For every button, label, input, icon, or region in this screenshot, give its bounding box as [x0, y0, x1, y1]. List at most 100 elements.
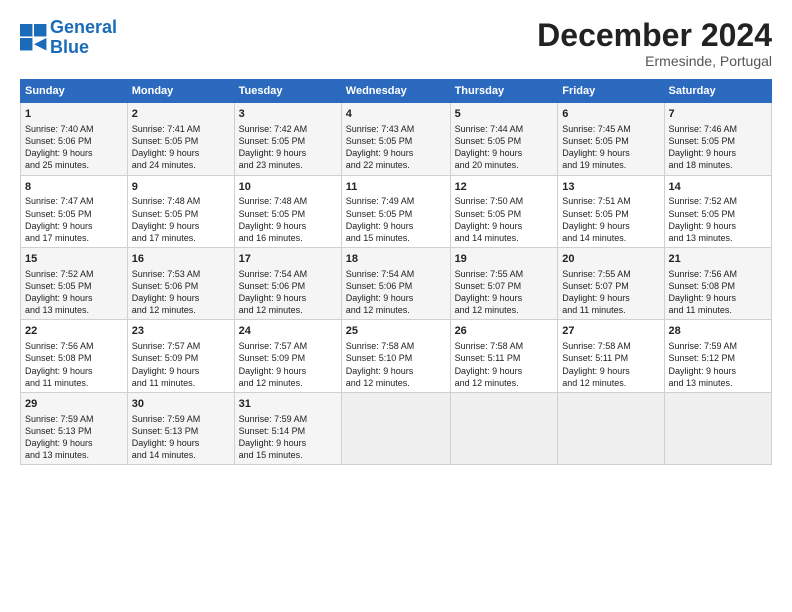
cell-info-line: Daylight: 9 hours — [669, 220, 767, 232]
calendar-cell: 23Sunrise: 7:57 AMSunset: 5:09 PMDayligh… — [127, 320, 234, 392]
calendar-cell: 17Sunrise: 7:54 AMSunset: 5:06 PMDayligh… — [234, 248, 341, 320]
day-number: 3 — [239, 107, 337, 122]
weekday-saturday: Saturday — [664, 80, 771, 103]
cell-info-line: Daylight: 9 hours — [455, 292, 554, 304]
day-number: 18 — [346, 252, 446, 267]
cell-info-line: Sunset: 5:13 PM — [132, 425, 230, 437]
day-number: 21 — [669, 252, 767, 267]
cell-info-line: Sunset: 5:05 PM — [346, 135, 446, 147]
cell-info-line: Daylight: 9 hours — [239, 292, 337, 304]
calendar-cell: 10Sunrise: 7:48 AMSunset: 5:05 PMDayligh… — [234, 175, 341, 247]
cell-info-line: Sunrise: 7:58 AM — [562, 340, 659, 352]
calendar-cell: 8Sunrise: 7:47 AMSunset: 5:05 PMDaylight… — [21, 175, 128, 247]
calendar-cell: 13Sunrise: 7:51 AMSunset: 5:05 PMDayligh… — [558, 175, 664, 247]
cell-info-line: Sunrise: 7:59 AM — [669, 340, 767, 352]
cell-info-line: Daylight: 9 hours — [239, 437, 337, 449]
calendar-cell: 3Sunrise: 7:42 AMSunset: 5:05 PMDaylight… — [234, 103, 341, 175]
calendar-cell: 28Sunrise: 7:59 AMSunset: 5:12 PMDayligh… — [664, 320, 771, 392]
cell-info-line: Daylight: 9 hours — [346, 220, 446, 232]
calendar-cell: 19Sunrise: 7:55 AMSunset: 5:07 PMDayligh… — [450, 248, 558, 320]
calendar-cell: 11Sunrise: 7:49 AMSunset: 5:05 PMDayligh… — [341, 175, 450, 247]
month-title: December 2024 — [537, 18, 772, 53]
cell-info-line: Sunrise: 7:53 AM — [132, 268, 230, 280]
subtitle: Ermesinde, Portugal — [537, 53, 772, 69]
day-number: 7 — [669, 107, 767, 122]
day-number: 11 — [346, 180, 446, 195]
calendar-cell: 1Sunrise: 7:40 AMSunset: 5:06 PMDaylight… — [21, 103, 128, 175]
cell-info-line: Sunset: 5:05 PM — [239, 208, 337, 220]
cell-info-line: Daylight: 9 hours — [25, 365, 123, 377]
calendar-cell: 24Sunrise: 7:57 AMSunset: 5:09 PMDayligh… — [234, 320, 341, 392]
cell-info-line: Daylight: 9 hours — [669, 365, 767, 377]
cell-info-line: and 12 minutes. — [239, 377, 337, 389]
cell-info-line: Daylight: 9 hours — [455, 220, 554, 232]
cell-info-line: Sunset: 5:06 PM — [132, 280, 230, 292]
cell-info-line: Sunset: 5:05 PM — [25, 208, 123, 220]
cell-info-line: Sunrise: 7:48 AM — [239, 195, 337, 207]
cell-info-line: Sunset: 5:05 PM — [25, 280, 123, 292]
logo-text: General Blue — [50, 18, 117, 58]
day-number: 5 — [455, 107, 554, 122]
cell-info-line: Sunrise: 7:42 AM — [239, 123, 337, 135]
weekday-friday: Friday — [558, 80, 664, 103]
day-number: 27 — [562, 324, 659, 339]
cell-info-line: Daylight: 9 hours — [346, 292, 446, 304]
cell-info-line: and 13 minutes. — [669, 232, 767, 244]
day-number: 6 — [562, 107, 659, 122]
weekday-monday: Monday — [127, 80, 234, 103]
cell-info-line: Sunset: 5:05 PM — [669, 135, 767, 147]
day-number: 4 — [346, 107, 446, 122]
cell-info-line: Sunrise: 7:50 AM — [455, 195, 554, 207]
cell-info-line: Sunset: 5:05 PM — [346, 208, 446, 220]
cell-info-line: Daylight: 9 hours — [25, 147, 123, 159]
cell-info-line: Sunset: 5:10 PM — [346, 352, 446, 364]
cell-info-line: Sunrise: 7:54 AM — [239, 268, 337, 280]
cell-info-line: and 14 minutes. — [132, 449, 230, 461]
cell-info-line: and 12 minutes. — [455, 304, 554, 316]
calendar-cell — [558, 392, 664, 464]
day-number: 15 — [25, 252, 123, 267]
title-area: December 2024 Ermesinde, Portugal — [537, 18, 772, 69]
calendar-cell: 9Sunrise: 7:48 AMSunset: 5:05 PMDaylight… — [127, 175, 234, 247]
weekday-sunday: Sunday — [21, 80, 128, 103]
header: General Blue December 2024 Ermesinde, Po… — [20, 18, 772, 69]
cell-info-line: Sunrise: 7:44 AM — [455, 123, 554, 135]
calendar-cell: 6Sunrise: 7:45 AMSunset: 5:05 PMDaylight… — [558, 103, 664, 175]
calendar-cell: 16Sunrise: 7:53 AMSunset: 5:06 PMDayligh… — [127, 248, 234, 320]
cell-info-line: Sunrise: 7:56 AM — [669, 268, 767, 280]
cell-info-line: Sunrise: 7:51 AM — [562, 195, 659, 207]
cell-info-line: and 13 minutes. — [669, 377, 767, 389]
calendar-cell: 12Sunrise: 7:50 AMSunset: 5:05 PMDayligh… — [450, 175, 558, 247]
cell-info-line: Sunrise: 7:59 AM — [25, 413, 123, 425]
weekday-tuesday: Tuesday — [234, 80, 341, 103]
cell-info-line: Daylight: 9 hours — [25, 220, 123, 232]
page: General Blue December 2024 Ermesinde, Po… — [0, 0, 792, 612]
cell-info-line: Daylight: 9 hours — [132, 220, 230, 232]
weekday-thursday: Thursday — [450, 80, 558, 103]
cell-info-line: Daylight: 9 hours — [132, 365, 230, 377]
cell-info-line: and 20 minutes. — [455, 159, 554, 171]
day-number: 31 — [239, 397, 337, 412]
cell-info-line: Sunset: 5:12 PM — [669, 352, 767, 364]
cell-info-line: Sunset: 5:06 PM — [239, 280, 337, 292]
cell-info-line: and 23 minutes. — [239, 159, 337, 171]
cell-info-line: Sunset: 5:05 PM — [132, 135, 230, 147]
weekday-header-row: SundayMondayTuesdayWednesdayThursdayFrid… — [21, 80, 772, 103]
calendar-cell: 15Sunrise: 7:52 AMSunset: 5:05 PMDayligh… — [21, 248, 128, 320]
cell-info-line: Sunrise: 7:57 AM — [132, 340, 230, 352]
cell-info-line: and 12 minutes. — [132, 304, 230, 316]
cell-info-line: Sunrise: 7:59 AM — [132, 413, 230, 425]
cell-info-line: Sunrise: 7:58 AM — [455, 340, 554, 352]
cell-info-line: Sunset: 5:07 PM — [562, 280, 659, 292]
day-number: 19 — [455, 252, 554, 267]
cell-info-line: Sunset: 5:11 PM — [562, 352, 659, 364]
calendar-cell: 5Sunrise: 7:44 AMSunset: 5:05 PMDaylight… — [450, 103, 558, 175]
calendar-cell — [341, 392, 450, 464]
day-number: 10 — [239, 180, 337, 195]
cell-info-line: and 22 minutes. — [346, 159, 446, 171]
weekday-wednesday: Wednesday — [341, 80, 450, 103]
calendar-cell: 22Sunrise: 7:56 AMSunset: 5:08 PMDayligh… — [21, 320, 128, 392]
cell-info-line: and 24 minutes. — [132, 159, 230, 171]
cell-info-line: Sunrise: 7:57 AM — [239, 340, 337, 352]
cell-info-line: Sunrise: 7:58 AM — [346, 340, 446, 352]
